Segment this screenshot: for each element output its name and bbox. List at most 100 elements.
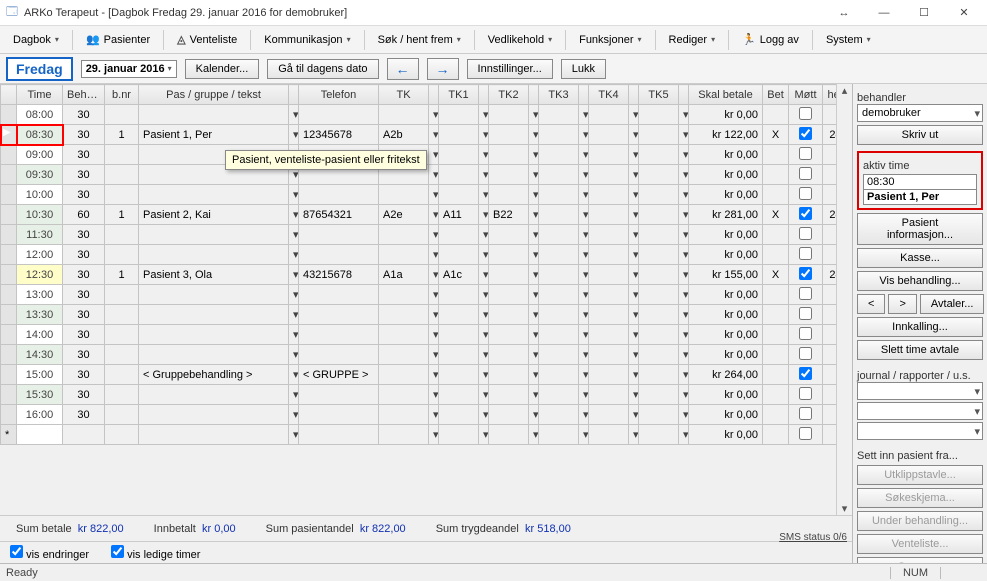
dropdown-cell[interactable]: ▾ (479, 305, 489, 325)
menu-rediger[interactable]: Rediger▾ (660, 29, 725, 51)
tk4-cell[interactable] (589, 205, 629, 225)
dropdown-cell[interactable]: ▾ (529, 165, 539, 185)
tk4-cell[interactable] (589, 405, 629, 425)
bnr-cell[interactable] (105, 405, 139, 425)
dropdown-cell[interactable]: ▾ (529, 325, 539, 345)
print-button[interactable]: Skriv ut (857, 125, 983, 145)
dropdown-cell[interactable]: ▾ (679, 145, 689, 165)
tk1-cell[interactable] (439, 345, 479, 365)
time-cell[interactable]: 12:00 (17, 245, 63, 265)
dropdown-cell[interactable]: ▾ (429, 125, 439, 145)
prev-appointment-button[interactable]: < (857, 294, 885, 314)
bnr-cell[interactable] (105, 285, 139, 305)
beh-cell[interactable]: 60 (63, 205, 105, 225)
dropdown-cell[interactable]: ▾ (629, 125, 639, 145)
phone-cell[interactable] (299, 225, 379, 245)
dropdown-cell[interactable]: ▾ (579, 345, 589, 365)
row-indicator[interactable] (1, 305, 17, 325)
dropdown-cell[interactable]: ▾ (679, 125, 689, 145)
tk5-cell[interactable] (639, 185, 679, 205)
dropdown-cell[interactable]: ▾ (429, 165, 439, 185)
tk3-cell[interactable] (539, 165, 579, 185)
bet-cell[interactable] (763, 365, 789, 385)
tk3-cell[interactable] (539, 265, 579, 285)
bnr-cell[interactable] (105, 365, 139, 385)
betale-cell[interactable]: kr 0,00 (689, 185, 763, 205)
bet-cell[interactable] (763, 305, 789, 325)
tk-cell[interactable] (379, 325, 429, 345)
tk3-cell[interactable] (539, 245, 579, 265)
tk4-cell[interactable] (589, 385, 629, 405)
tk2-cell[interactable] (489, 345, 529, 365)
tk5-cell[interactable] (639, 145, 679, 165)
appointment-row[interactable]: 10:0030▾▾▾▾▾▾▾kr 0,00▾ (1, 185, 853, 205)
vertical-scrollbar[interactable]: ▴▾ (836, 84, 852, 515)
mott-cell[interactable] (789, 345, 823, 365)
bet-cell[interactable]: X (763, 205, 789, 225)
menu-loggav[interactable]: 🏃Logg av (733, 28, 808, 51)
dropdown-cell[interactable]: ▾ (679, 265, 689, 285)
dropdown-cell[interactable]: ▾ (679, 185, 689, 205)
col-header[interactable] (479, 85, 489, 105)
time-cell[interactable]: 08:30 (17, 125, 63, 145)
dropdown-cell[interactable]: ▾ (289, 345, 299, 365)
dropdown-cell[interactable]: ▾ (579, 385, 589, 405)
tk1-cell[interactable] (439, 165, 479, 185)
dropdown-cell[interactable]: ▾ (679, 205, 689, 225)
tk1-cell[interactable] (439, 225, 479, 245)
betale-cell[interactable]: kr 0,00 (689, 105, 763, 125)
cell[interactable] (17, 425, 63, 445)
col-header[interactable]: b.nr (105, 85, 139, 105)
show-treatment-button[interactable]: Vis behandling... (857, 271, 983, 291)
tk1-cell[interactable] (439, 285, 479, 305)
dropdown-cell[interactable]: ▾ (289, 385, 299, 405)
dropdown-cell[interactable]: ▾ (479, 145, 489, 165)
beh-cell[interactable]: 30 (63, 385, 105, 405)
dropdown-cell[interactable]: ▾ (429, 425, 439, 445)
betale-cell[interactable]: kr 0,00 (689, 225, 763, 245)
dropdown-cell[interactable]: ▾ (429, 405, 439, 425)
bnr-cell[interactable] (105, 305, 139, 325)
dropdown-cell[interactable]: ▾ (529, 145, 539, 165)
dropdown-cell[interactable]: ▾ (579, 405, 589, 425)
time-cell[interactable]: 14:30 (17, 345, 63, 365)
tk3-cell[interactable] (539, 105, 579, 125)
bet-cell[interactable] (763, 385, 789, 405)
bet-cell[interactable] (763, 345, 789, 365)
tk5-cell[interactable] (639, 385, 679, 405)
time-cell[interactable]: 13:30 (17, 305, 63, 325)
dropdown-cell[interactable]: ▾ (429, 145, 439, 165)
dropdown-cell[interactable]: ▾ (579, 325, 589, 345)
patient-cell[interactable] (139, 385, 289, 405)
dropdown-cell[interactable]: ▾ (579, 265, 589, 285)
time-cell[interactable]: 14:00 (17, 325, 63, 345)
bnr-cell[interactable] (105, 385, 139, 405)
dropdown-cell[interactable]: ▾ (579, 425, 589, 445)
journal-select-3[interactable] (857, 422, 983, 440)
mott-cell[interactable] (789, 425, 823, 445)
appointment-row[interactable]: 10:30601Pasient 2, Kai▾87654321A2e▾A11▾B… (1, 205, 853, 225)
patient-cell[interactable]: Pasient 3, Ola (139, 265, 289, 285)
tk1-cell[interactable] (439, 145, 479, 165)
mott-cell[interactable] (789, 165, 823, 185)
phone-cell[interactable] (299, 345, 379, 365)
dropdown-cell[interactable]: ▾ (429, 365, 439, 385)
tk4-cell[interactable] (589, 145, 629, 165)
tk4-cell[interactable] (589, 305, 629, 325)
tk1-cell[interactable] (439, 365, 479, 385)
dropdown-cell[interactable]: ▾ (529, 225, 539, 245)
tk-cell[interactable] (379, 185, 429, 205)
dropdown-cell[interactable]: ▾ (679, 285, 689, 305)
tk3-cell[interactable] (539, 205, 579, 225)
dropdown-cell[interactable]: ▾ (579, 365, 589, 385)
dropdown-cell[interactable]: ▾ (579, 245, 589, 265)
time-cell[interactable]: 09:00 (17, 145, 63, 165)
tk-cell[interactable]: A2e (379, 205, 429, 225)
tk5-cell[interactable] (639, 405, 679, 425)
row-indicator[interactable] (1, 265, 17, 285)
swap-icon[interactable]: ↔ (827, 2, 861, 24)
phone-cell[interactable]: 43215678 (299, 265, 379, 285)
dropdown-cell[interactable]: ▾ (289, 225, 299, 245)
dropdown-cell[interactable]: ▾ (579, 225, 589, 245)
col-header[interactable] (529, 85, 539, 105)
